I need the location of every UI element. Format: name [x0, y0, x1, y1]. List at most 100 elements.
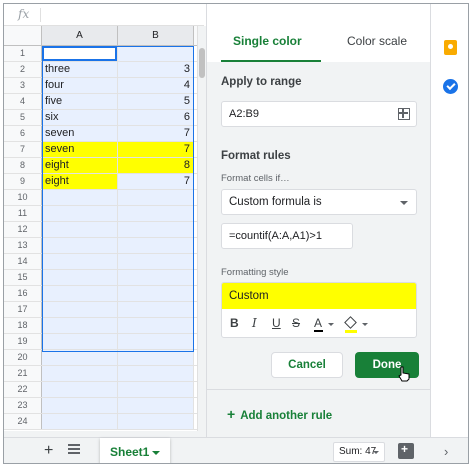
cell-a16[interactable]: [42, 286, 118, 301]
row-number[interactable]: 8: [4, 158, 42, 173]
sheet-tab-sheet1[interactable]: Sheet1: [100, 438, 170, 463]
cell-a6[interactable]: seven: [42, 126, 118, 141]
style-preview[interactable]: Custom: [222, 283, 416, 309]
chevron-right-icon[interactable]: ›: [444, 444, 448, 459]
row-number[interactable]: 24: [4, 414, 42, 429]
row-number[interactable]: 21: [4, 366, 42, 381]
row-number[interactable]: 15: [4, 270, 42, 285]
cell-b6[interactable]: 7: [118, 126, 194, 141]
fill-color-chevron-icon[interactable]: [362, 323, 368, 326]
cell-b23[interactable]: [118, 398, 194, 413]
spreadsheet-grid[interactable]: A B 1 2 three 3 3 four 4 4 five 5 5 six 6 6 seven 7 7 sev…: [4, 26, 197, 430]
cell-b13[interactable]: [118, 238, 194, 253]
keep-icon[interactable]: [444, 40, 457, 55]
cell-a20[interactable]: [42, 350, 118, 365]
italic-button[interactable]: I: [252, 316, 257, 330]
condition-select[interactable]: Custom formula is: [221, 189, 417, 215]
row-number[interactable]: 5: [4, 110, 42, 125]
range-input[interactable]: A2:B9: [221, 101, 417, 127]
text-color-chevron-icon[interactable]: [328, 323, 334, 326]
cell-b17[interactable]: [118, 302, 194, 317]
add-another-rule-button[interactable]: + Add another rule: [227, 406, 332, 422]
cell-a2[interactable]: three: [42, 62, 118, 77]
row-number[interactable]: 23: [4, 398, 42, 413]
cell-b10[interactable]: [118, 190, 194, 205]
row-number[interactable]: 1: [4, 46, 42, 61]
cell-a13[interactable]: [42, 238, 118, 253]
select-range-icon[interactable]: [398, 108, 410, 120]
row-number[interactable]: 4: [4, 94, 42, 109]
formula-bar[interactable]: fx: [4, 4, 204, 26]
vertical-scrollbar[interactable]: [197, 26, 206, 431]
sum-indicator[interactable]: Sum: 47: [333, 442, 385, 462]
cell-a15[interactable]: [42, 270, 118, 285]
row-number[interactable]: 22: [4, 382, 42, 397]
cell-b12[interactable]: [118, 222, 194, 237]
cell-a21[interactable]: [42, 366, 118, 381]
cell-a8[interactable]: eight: [42, 158, 118, 173]
all-sheets-menu-icon[interactable]: [68, 444, 80, 456]
cell-b2[interactable]: 3: [118, 62, 194, 77]
cell-a3[interactable]: four: [42, 78, 118, 93]
cell-b1[interactable]: [118, 46, 194, 61]
row-number[interactable]: 11: [4, 206, 42, 221]
row-number[interactable]: 20: [4, 350, 42, 365]
cell-b3[interactable]: 4: [118, 78, 194, 93]
cell-a11[interactable]: [42, 206, 118, 221]
tab-single-color[interactable]: Single color: [233, 34, 302, 48]
row-number[interactable]: 18: [4, 318, 42, 333]
column-header-b[interactable]: B: [118, 26, 194, 45]
cancel-button[interactable]: Cancel: [271, 352, 343, 378]
cell-b8[interactable]: 8: [118, 158, 194, 173]
cell-a23[interactable]: [42, 398, 118, 413]
cell-b16[interactable]: [118, 286, 194, 301]
cell-a7[interactable]: seven: [42, 142, 118, 157]
row-number[interactable]: 7: [4, 142, 42, 157]
cell-b21[interactable]: [118, 366, 194, 381]
row-number[interactable]: 13: [4, 238, 42, 253]
cell-b7[interactable]: 7: [118, 142, 194, 157]
custom-formula-input[interactable]: =countif(A:A,A1)>1: [221, 223, 353, 249]
cell-a5[interactable]: six: [42, 110, 118, 125]
cell-b11[interactable]: [118, 206, 194, 221]
cell-b14[interactable]: [118, 254, 194, 269]
row-number[interactable]: 12: [4, 222, 42, 237]
row-number[interactable]: 14: [4, 254, 42, 269]
cell-a14[interactable]: [42, 254, 118, 269]
cell-b18[interactable]: [118, 318, 194, 333]
underline-button[interactable]: U: [272, 316, 281, 330]
cell-b19[interactable]: [118, 334, 194, 349]
cell-a10[interactable]: [42, 190, 118, 205]
cell-a22[interactable]: [42, 382, 118, 397]
cell-b5[interactable]: 6: [118, 110, 194, 125]
cell-a24[interactable]: [42, 414, 118, 429]
cell-b4[interactable]: 5: [118, 94, 194, 109]
cell-a9[interactable]: eight: [42, 174, 118, 189]
strikethrough-button[interactable]: S: [292, 316, 300, 330]
cell-b20[interactable]: [118, 350, 194, 365]
row-number[interactable]: 16: [4, 286, 42, 301]
cell-b22[interactable]: [118, 382, 194, 397]
add-sheet-button[interactable]: +: [44, 443, 53, 459]
bold-button[interactable]: B: [230, 316, 239, 330]
select-all-corner[interactable]: [4, 26, 42, 45]
row-number[interactable]: 2: [4, 62, 42, 77]
cell-a17[interactable]: [42, 302, 118, 317]
text-color-button[interactable]: A: [314, 316, 323, 332]
chevron-down-icon[interactable]: [152, 451, 160, 455]
cell-b15[interactable]: [118, 270, 194, 285]
row-number[interactable]: 17: [4, 302, 42, 317]
cell-a18[interactable]: [42, 318, 118, 333]
row-number[interactable]: 3: [4, 78, 42, 93]
cell-a1[interactable]: [42, 46, 118, 61]
cell-a12[interactable]: [42, 222, 118, 237]
row-number[interactable]: 10: [4, 190, 42, 205]
scrollbar-thumb[interactable]: [199, 48, 205, 78]
tab-color-scale[interactable]: Color scale: [347, 34, 407, 48]
cell-a19[interactable]: [42, 334, 118, 349]
cell-b9[interactable]: 7: [118, 174, 194, 189]
column-header-a[interactable]: A: [42, 26, 118, 45]
cell-b24[interactable]: [118, 414, 194, 429]
explore-icon[interactable]: [398, 442, 414, 459]
cell-a4[interactable]: five: [42, 94, 118, 109]
